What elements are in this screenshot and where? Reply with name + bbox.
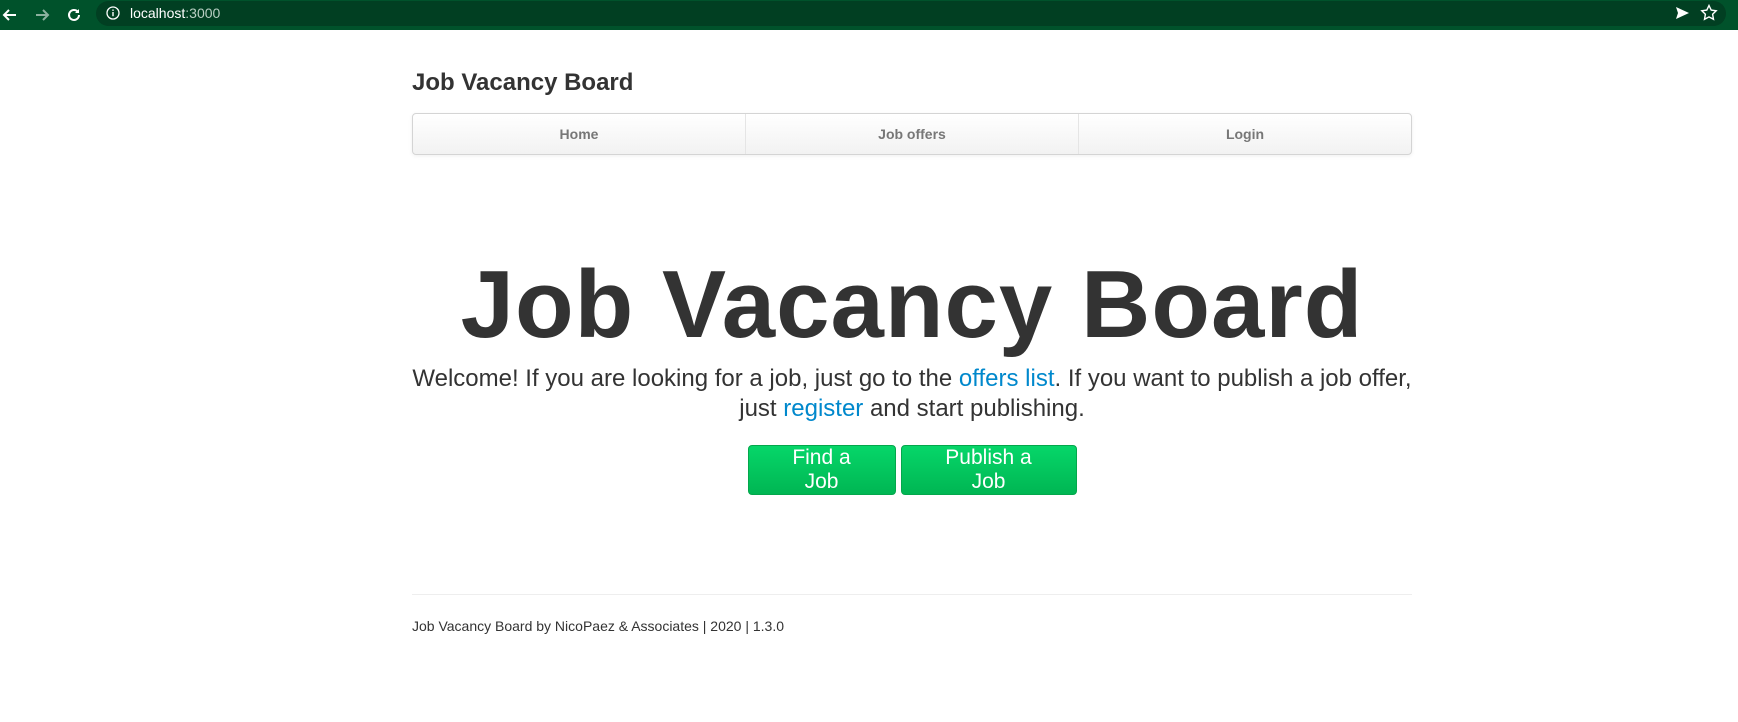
publish-a-job-button[interactable]: Publish a Job (900, 445, 1077, 495)
hero-title: Job Vacancy Board (460, 251, 1364, 358)
info-icon[interactable] (106, 6, 120, 20)
nav-login[interactable]: Login (1078, 114, 1411, 154)
register-link[interactable]: register (783, 395, 863, 422)
bookmark-star-icon[interactable] (1700, 4, 1718, 22)
footer-divider (412, 594, 1412, 595)
site-brand[interactable]: Job Vacancy Board (412, 69, 633, 97)
back-arrow-icon[interactable] (0, 5, 20, 25)
welcome-text: Welcome! If you are looking for a job, j… (412, 364, 1412, 424)
nav-job-offers[interactable]: Job offers (745, 114, 1078, 154)
main-navbar: Home Job offers Login (412, 113, 1412, 155)
hero-buttons: Find a Job Publish a Job (412, 445, 1412, 495)
find-a-job-button[interactable]: Find a Job (747, 445, 896, 495)
url-text: localhost:3000 (130, 5, 221, 21)
offers-list-link[interactable]: offers list (959, 365, 1055, 392)
send-icon[interactable] (1674, 5, 1690, 21)
reload-icon[interactable] (64, 5, 84, 25)
footer-text: Job Vacancy Board by NicoPaez & Associat… (412, 618, 785, 634)
welcome-text-part1: Welcome! If you are looking for a job, j… (412, 365, 959, 392)
browser-toolbar: localhost:3000 (0, 0, 1738, 30)
address-bar[interactable]: localhost:3000 (96, 1, 1726, 26)
welcome-text-part3: and start publishing. (863, 395, 1085, 422)
nav-home[interactable]: Home (413, 114, 745, 154)
forward-arrow-icon[interactable] (32, 5, 52, 25)
page: Job Vacancy Board Home Job offers Login … (0, 30, 1738, 722)
